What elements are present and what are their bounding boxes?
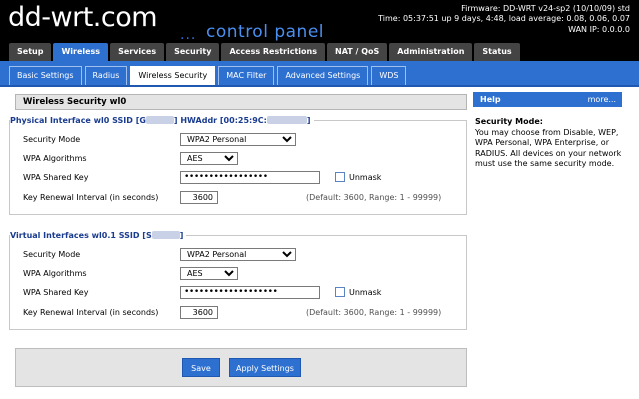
security-mode-select[interactable]: WPA2 Personal	[180, 133, 296, 146]
page-title: Wireless Security wl0	[23, 97, 127, 107]
subtab-wds[interactable]: WDS	[371, 66, 407, 85]
subtab-wireless-security[interactable]: Wireless Security	[130, 66, 216, 85]
help-topic-title: Security Mode:	[475, 117, 543, 126]
key-renewal-input-2[interactable]: 3600	[180, 306, 218, 319]
key-renewal-hint: (Default: 3600, Range: 1 - 99999)	[306, 193, 442, 202]
sub-tabs: Basic Settings Radius Wireless Security …	[9, 66, 409, 85]
key-renewal-hint-2: (Default: 3600, Range: 1 - 99999)	[306, 308, 442, 317]
tab-security[interactable]: Security	[166, 43, 220, 61]
page-title-bar: Wireless Security wl0	[15, 94, 467, 110]
subtab-basic-settings[interactable]: Basic Settings	[9, 66, 82, 85]
tab-nat-qos[interactable]: NAT / QoS	[327, 43, 388, 61]
legend-text-1: Physical Interface wl0 SSID [G	[10, 116, 146, 125]
subtab-mac-filter[interactable]: MAC Filter	[218, 66, 275, 85]
tab-status[interactable]: Status	[474, 43, 520, 61]
unmask-label-2: Unmask	[349, 288, 382, 297]
main-tabs: Setup Wireless Services Security Access …	[9, 43, 522, 61]
logo: dd-wrt.com	[8, 2, 158, 33]
firmware-version: Firmware: DD-WRT v24-sp2 (10/10/09) std	[461, 4, 630, 13]
legend-text-4: Virtual Interfaces wl0.1 SSID [S	[10, 231, 152, 240]
unmask-label: Unmask	[349, 173, 382, 182]
wpa-algorithms-select-2[interactable]: AES	[180, 267, 238, 280]
logo-suffix: .com	[92, 2, 158, 33]
shared-key-label: WPA Shared Key	[23, 173, 89, 182]
key-renewal-label: Key Renewal Interval (in seconds)	[23, 193, 159, 202]
wan-ip: WAN IP: 0.0.0.0	[568, 24, 630, 34]
wpa-algorithms-label-2: WPA Algorithms	[23, 269, 87, 278]
wpa-algorithms-label: WPA Algorithms	[23, 154, 87, 163]
tab-services[interactable]: Services	[110, 43, 165, 61]
key-renewal-label-2: Key Renewal Interval (in seconds)	[23, 308, 159, 317]
shared-key-input-2[interactable]: •••••••••••••••••••	[180, 286, 320, 299]
apply-settings-button[interactable]: Apply Settings	[229, 358, 301, 377]
legend-text-3: ]	[306, 116, 311, 125]
virtual-interface-section: Virtual Interfaces wl0.1 SSID [S] Securi…	[9, 230, 467, 330]
subtab-advanced-settings[interactable]: Advanced Settings	[277, 66, 369, 85]
uptime: Time: 05:37:51 up 9 days, 4:48, load ave…	[378, 14, 630, 24]
unmask-checkbox[interactable]	[335, 172, 345, 182]
button-bar: Save Apply Settings	[15, 348, 467, 387]
physical-interface-section: Physical Interface wl0 SSID [G ] HWAddr […	[9, 115, 467, 215]
redacted-ssid-2	[151, 231, 180, 239]
legend-text-2: ] HWAddr [00:25:9C:	[173, 116, 267, 125]
tab-wireless[interactable]: Wireless	[53, 43, 109, 61]
redacted-ssid	[145, 116, 174, 124]
virtual-interface-legend: Virtual Interfaces wl0.1 SSID [S]	[10, 230, 187, 241]
logo-text: dd-wrt	[8, 2, 93, 33]
tab-setup[interactable]: Setup	[9, 43, 52, 61]
shared-key-label-2: WPA Shared Key	[23, 288, 89, 297]
wpa-algorithms-select[interactable]: AES	[180, 152, 238, 165]
help-more-link[interactable]: more...	[588, 92, 616, 107]
tagline-dots: ...	[180, 27, 197, 43]
security-mode-label-2: Security Mode	[23, 250, 81, 259]
firmware-info: Firmware: DD-WRT v24-sp2 (10/10/09) std …	[378, 4, 630, 35]
header-bar: dd-wrt.com ... control panel Firmware: D…	[0, 0, 639, 67]
help-topic-text: You may choose from Disable, WEP, WPA Pe…	[475, 128, 622, 169]
unmask-checkbox-2[interactable]	[335, 287, 345, 297]
redacted-mac	[266, 116, 307, 124]
security-mode-select-2[interactable]: WPA2 Personal	[180, 248, 296, 261]
shared-key-input[interactable]: •••••••••••••••••	[180, 171, 320, 184]
tab-administration[interactable]: Administration	[389, 43, 473, 61]
help-title-bar: Help	[480, 95, 501, 104]
save-button[interactable]: Save	[182, 358, 220, 377]
tagline: control panel	[206, 22, 324, 42]
tab-access-restrictions[interactable]: Access Restrictions	[221, 43, 325, 61]
legend-text-5: ]	[179, 231, 184, 240]
help-header: Help more...	[473, 92, 622, 107]
physical-interface-legend: Physical Interface wl0 SSID [G ] HWAddr […	[10, 115, 314, 126]
key-renewal-input[interactable]: 3600	[180, 191, 218, 204]
subtab-radius[interactable]: Radius	[84, 66, 128, 85]
security-mode-label: Security Mode	[23, 135, 81, 144]
